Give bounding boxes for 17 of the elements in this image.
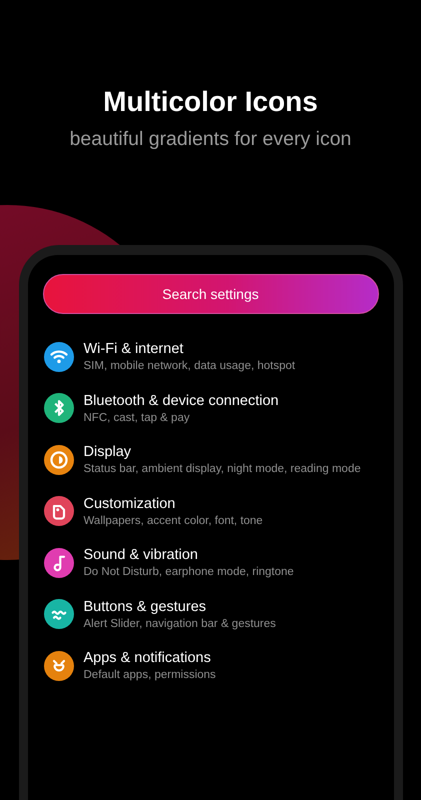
setting-summary: SIM, mobile network, data usage, hotspot [84,360,296,372]
subheadline: beautiful gradients for every icon [70,128,352,151]
setting-title[interactable]: Wi-Fi & internet [84,341,296,357]
setting-summary: Do Not Disturb, earphone mode, ringtone [84,566,294,578]
setting-summary: NFC, cast, tap & pay [84,412,191,424]
setting-title[interactable]: Buttons & gestures [84,598,276,614]
setting-title[interactable]: Customization [84,496,263,512]
setting-summary: Wallpapers, accent color, font, tone [84,514,263,526]
setting-title[interactable]: Display [84,444,361,460]
setting-summary: Status bar, ambient display, night mode, reading mode [84,463,361,475]
search-bar[interactable]: Search settings [42,274,378,314]
setting-title[interactable]: Apps & notifications [84,650,216,666]
setting-title[interactable]: Bluetooth & device connection [84,392,279,408]
setting-title[interactable]: Sound & vibration [84,547,294,563]
setting-summary: Alert Slider, navigation bar & gestures [84,618,276,630]
setting-summary: Default apps, permissions [84,669,216,681]
headline: Multicolor Icons [103,86,318,118]
